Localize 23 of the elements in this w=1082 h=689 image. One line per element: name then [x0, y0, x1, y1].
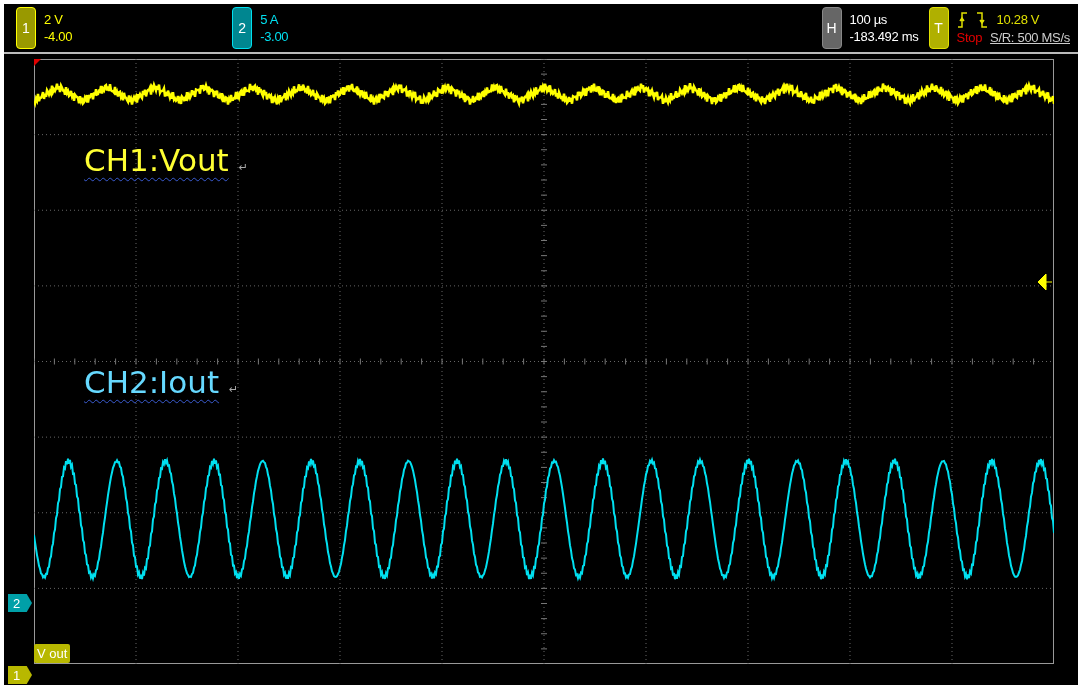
channel-scale: 5 A	[260, 12, 280, 27]
channel-badge[interactable]: 1	[16, 7, 36, 49]
trigger-level-icon	[1037, 273, 1053, 291]
channel-offset: -4.00	[44, 29, 73, 44]
edge-icon	[956, 11, 989, 28]
acquisition-status: Stop	[956, 29, 983, 45]
channel-badge[interactable]: 2	[232, 7, 253, 49]
sample-rate: S/R: 500 MS/s	[990, 29, 1070, 45]
channel-scale: 2 V	[44, 12, 64, 27]
timebase-scale: 100 µs	[849, 12, 889, 27]
trigger-position-icon	[34, 59, 41, 66]
channel-marker[interactable]: 1	[8, 666, 32, 684]
channel-marker[interactable]: 2	[8, 594, 32, 612]
timebase-delay: -183.492 ms	[849, 29, 919, 44]
return-mark: ↵	[238, 161, 248, 174]
channel-label: V out	[34, 644, 71, 663]
channel-offset: -3.00	[260, 29, 289, 44]
trigger-badge[interactable]: T	[928, 7, 949, 49]
trigger-level: 10.28 V	[996, 12, 1040, 27]
horizontal-badge[interactable]: H	[821, 7, 842, 49]
return-mark: ↵	[229, 383, 239, 396]
annotation-text: CH2:Iout	[84, 364, 220, 400]
annotation-text: CH1:Vout	[84, 142, 229, 178]
